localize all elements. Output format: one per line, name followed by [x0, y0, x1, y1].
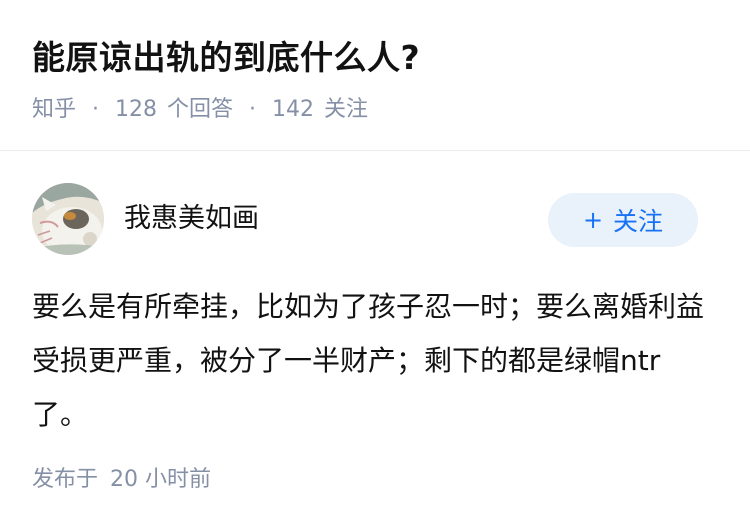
question-title[interactable]: 能原谅出轨的到底什么人? — [32, 30, 730, 86]
divider — [0, 150, 750, 151]
published-label: 发布于 — [32, 467, 99, 492]
answer-count: 128 — [115, 97, 158, 122]
meta-separator: · — [249, 97, 257, 122]
avatar[interactable] — [32, 183, 104, 255]
question-header: 能原谅出轨的到底什么人? 知乎 · 128 个回答 · 142 关注 — [32, 30, 730, 128]
follow-button[interactable]: + 关注 — [548, 193, 698, 247]
answer-body[interactable]: 要么是有所牵挂，比如为了孩子忍一时；要么离婚利益受损更严重，被分了一半财产；剩下… — [32, 280, 712, 442]
author-name[interactable]: 我惠美如画 — [124, 199, 259, 239]
follow-label: 关注 — [613, 207, 664, 236]
publish-info: 发布于 20 小时前 — [32, 462, 211, 498]
author-row: 我惠美如画 + 关注 — [32, 183, 698, 255]
follower-count-label[interactable]: 关注 — [324, 92, 368, 128]
answer-count-label[interactable]: 个回答 — [167, 92, 233, 128]
follower-count: 142 — [272, 97, 315, 122]
answer-page: 能原谅出轨的到底什么人? 知乎 · 128 个回答 · 142 关注 我惠美如画… — [0, 0, 750, 530]
source-label[interactable]: 知乎 — [32, 92, 76, 128]
avatar-cat-image — [32, 183, 104, 255]
published-time: 20 小时前 — [110, 467, 212, 492]
plus-icon: + — [582, 206, 604, 234]
meta-separator: · — [92, 97, 100, 122]
question-meta: 知乎 · 128 个回答 · 142 关注 — [32, 92, 730, 128]
